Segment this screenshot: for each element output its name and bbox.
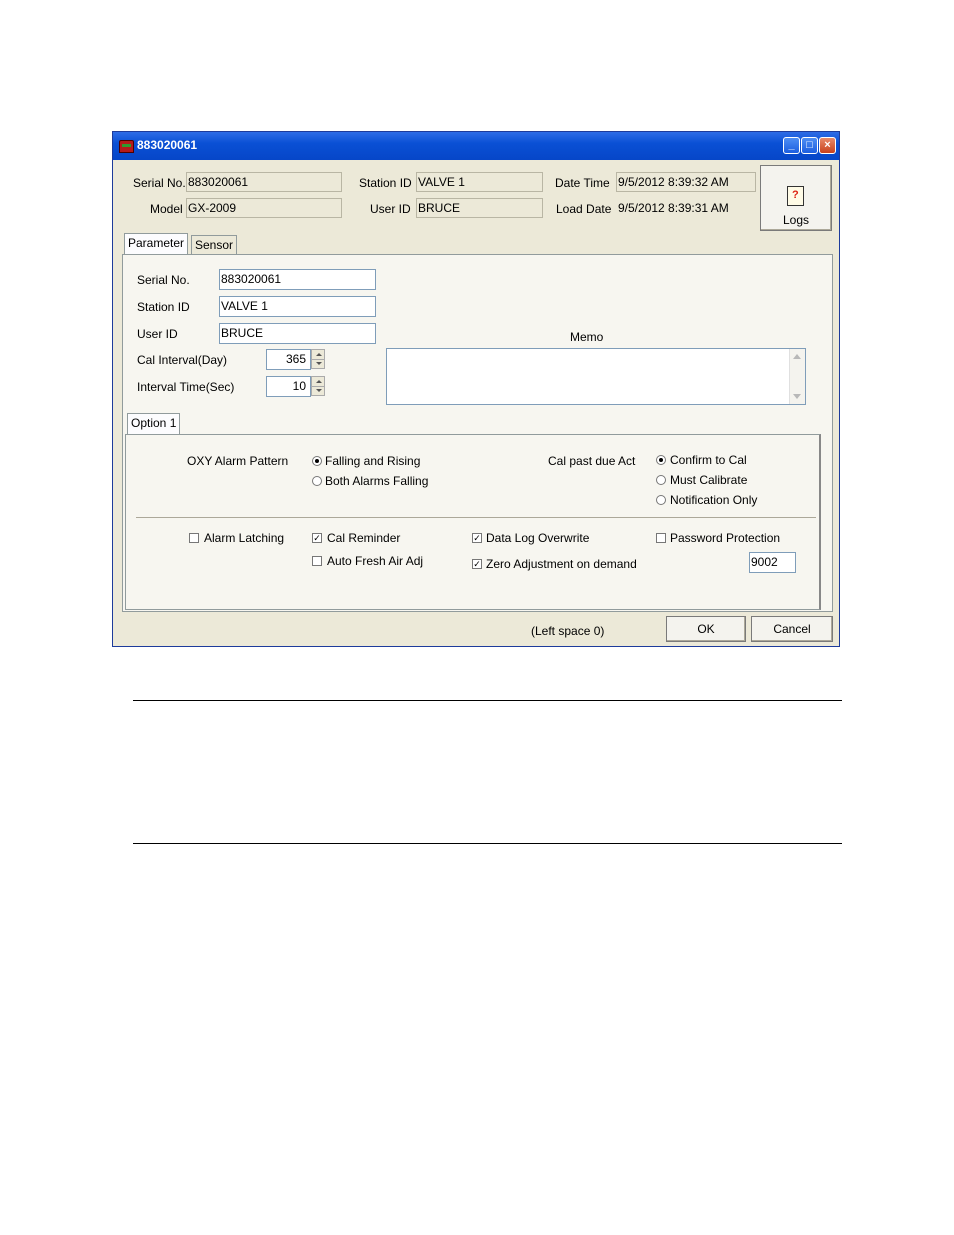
cal-interval-input[interactable]: 365 bbox=[266, 349, 311, 370]
logs-button[interactable]: ? Logs bbox=[760, 165, 832, 231]
close-button[interactable]: × bbox=[819, 137, 836, 154]
param-serial-label: Serial No. bbox=[137, 273, 190, 287]
cal-past-due-label: Cal past due Act bbox=[548, 454, 636, 468]
option-divider bbox=[136, 517, 816, 518]
header-model-label: Model bbox=[150, 202, 183, 216]
minimize-button[interactable]: _ bbox=[783, 137, 800, 154]
oxy-alarm-label: OXY Alarm Pattern bbox=[187, 454, 289, 468]
header-model-field: GX-2009 bbox=[186, 198, 342, 218]
cal-reminder-checkbox[interactable]: ✓ bbox=[312, 533, 322, 543]
header-station-label: Station ID bbox=[359, 176, 412, 190]
cal-reminder-label: Cal Reminder bbox=[327, 531, 401, 545]
alarm-latching-checkbox[interactable] bbox=[189, 533, 199, 543]
oxy-both-falling-radio[interactable] bbox=[312, 476, 322, 486]
cancel-button[interactable]: Cancel bbox=[751, 616, 833, 642]
must-calibrate-label: Must Calibrate bbox=[670, 473, 748, 487]
ok-button[interactable]: OK bbox=[666, 616, 746, 642]
param-user-label: User ID bbox=[137, 327, 178, 341]
oxy-falling-rising-label: Falling and Rising bbox=[325, 454, 421, 468]
rule-bottom bbox=[133, 843, 842, 844]
zero-adjustment-label: Zero Adjustment on demand bbox=[486, 557, 637, 571]
memo-scrollbar[interactable] bbox=[789, 349, 805, 404]
zero-adjustment-checkbox[interactable]: ✓ bbox=[472, 559, 482, 569]
auto-fresh-air-label: Auto Fresh Air Adj bbox=[327, 554, 424, 568]
tab-sensor[interactable]: Sensor bbox=[191, 235, 238, 255]
cal-interval-label: Cal Interval(Day) bbox=[137, 353, 228, 367]
password-protection-label: Password Protection bbox=[670, 531, 781, 545]
header-loaddate-label: Load Date bbox=[556, 202, 612, 216]
memo-label: Memo bbox=[570, 330, 604, 344]
header-datetime-field: 9/5/2012 8:39:32 AM bbox=[616, 172, 756, 192]
password-input[interactable]: 9002 bbox=[749, 552, 796, 573]
confirm-to-cal-radio[interactable] bbox=[656, 455, 666, 465]
interval-time-label: Interval Time(Sec) bbox=[137, 380, 235, 394]
oxy-both-falling-label: Both Alarms Falling bbox=[325, 474, 429, 488]
interval-time-spinner[interactable] bbox=[311, 376, 325, 396]
tab-parameter[interactable]: Parameter bbox=[124, 233, 189, 255]
scroll-down-icon bbox=[793, 394, 801, 399]
header-datetime-label: Date Time bbox=[555, 176, 610, 190]
cal-interval-spinner[interactable] bbox=[311, 349, 325, 369]
oxy-falling-rising-radio[interactable] bbox=[312, 456, 322, 466]
rule-top bbox=[133, 700, 842, 701]
title-bar[interactable]: 883020061 _ □ × bbox=[113, 132, 839, 160]
notification-only-radio[interactable] bbox=[656, 495, 666, 505]
memo-textarea[interactable] bbox=[386, 348, 806, 405]
app-icon bbox=[119, 140, 134, 153]
scroll-up-icon bbox=[793, 354, 801, 359]
param-serial-input[interactable]: 883020061 bbox=[219, 269, 376, 290]
param-user-input[interactable]: BRUCE bbox=[219, 323, 376, 344]
header-serial-field: 883020061 bbox=[186, 172, 342, 192]
param-station-input[interactable]: VALVE 1 bbox=[219, 296, 376, 317]
password-protection-checkbox[interactable] bbox=[656, 533, 666, 543]
header-user-label: User ID bbox=[370, 202, 411, 216]
confirm-to-cal-label: Confirm to Cal bbox=[670, 453, 747, 467]
left-space-status: (Left space 0) bbox=[531, 624, 605, 638]
auto-fresh-air-checkbox[interactable] bbox=[312, 556, 322, 566]
header-loaddate-value: 9/5/2012 8:39:31 AM bbox=[618, 201, 729, 215]
interval-time-input[interactable]: 10 bbox=[266, 376, 311, 397]
logs-book-icon: ? bbox=[787, 186, 804, 206]
data-log-overwrite-checkbox[interactable]: ✓ bbox=[472, 533, 482, 543]
tab-option-1[interactable]: Option 1 bbox=[127, 413, 181, 435]
window-title: 883020061 bbox=[137, 138, 198, 152]
header-station-field: VALVE 1 bbox=[416, 172, 543, 192]
logs-label: Logs bbox=[782, 213, 810, 227]
param-station-label: Station ID bbox=[137, 300, 190, 314]
dialog-window: 883020061 _ □ × Serial No. 883020061 Mod… bbox=[112, 131, 840, 647]
maximize-button[interactable]: □ bbox=[801, 137, 818, 154]
must-calibrate-radio[interactable] bbox=[656, 475, 666, 485]
data-log-overwrite-label: Data Log Overwrite bbox=[486, 531, 590, 545]
alarm-latching-label: Alarm Latching bbox=[204, 531, 285, 545]
header-user-field: BRUCE bbox=[416, 198, 543, 218]
header-serial-label: Serial No. bbox=[133, 176, 186, 190]
notification-only-label: Notification Only bbox=[670, 493, 758, 507]
